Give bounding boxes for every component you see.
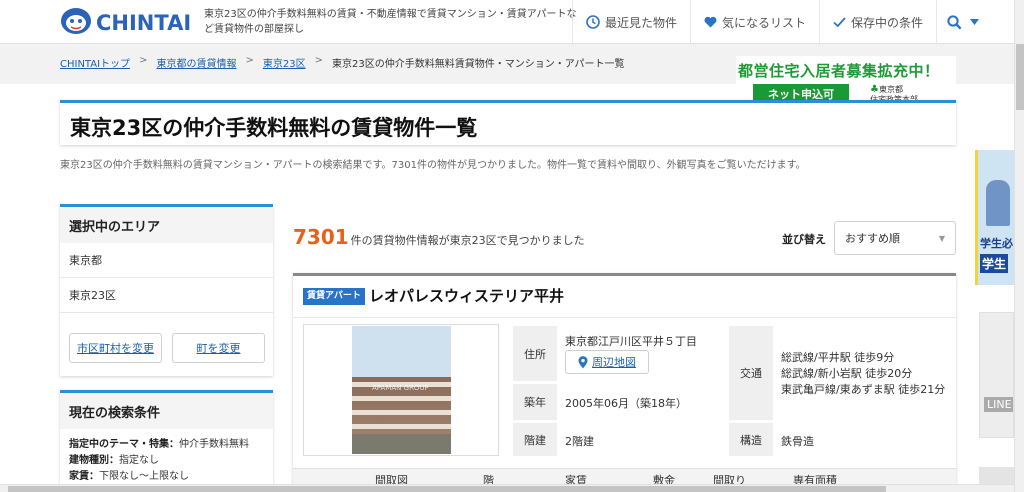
nearby-map-label: 周辺地図	[592, 356, 636, 369]
sort-select-value: おすすめ順	[845, 232, 900, 245]
recent-viewed-label: 最近見た物件	[605, 15, 678, 30]
header-nav: 最近見た物件 気になるリスト 保存中の条件	[572, 0, 1024, 44]
saved-conditions-label: 保存中の条件	[851, 15, 924, 30]
area-item-23ku: 東京23区	[60, 278, 273, 313]
station-item: 総武線/新小岩駅 徒歩20分	[781, 367, 913, 380]
area-item-tokyo: 東京都	[60, 243, 273, 278]
logo-text: CHINTAI	[96, 11, 191, 35]
floors-value: 2階建	[565, 435, 594, 448]
condition-building: 建物種別：指定なし	[69, 453, 264, 469]
student-ad-line1: 学生必	[980, 237, 1013, 250]
student-banner-ad[interactable]: 学生必 学生	[975, 150, 1014, 285]
structure-value: 鉄骨造	[781, 435, 814, 448]
breadcrumb-23ku[interactable]: 東京23区	[263, 55, 306, 70]
station-list: 総武線/平井駅 徒歩9分 総武線/新小岩駅 徒歩20分 東武亀戸線/東あずま駅 …	[781, 350, 945, 398]
selected-area-panel: 選択中のエリア 東京都 東京23区 市区町村を変更 町を変更	[60, 204, 273, 376]
horizontal-scroll-thumb[interactable]	[8, 486, 886, 492]
condition-theme: 指定中のテーマ・特集：仲介手数料無料	[69, 437, 264, 453]
student-figure	[986, 180, 1010, 226]
property-card: 賃貸アパート レオパレスウィステリア平井 APAMAN GROUP 住所 東京都…	[293, 273, 956, 492]
property-photo[interactable]: APAMAN GROUP	[352, 326, 451, 454]
ad-headline: 都営住宅入居者募集拡充中！	[738, 62, 940, 80]
breadcrumb-current: 東京23区の仲介手数料無料賃貸物件・マンション・アパート一覧	[331, 59, 625, 70]
header-search-button[interactable]	[936, 0, 1024, 44]
structure-label: 構造	[729, 423, 773, 456]
property-name-link[interactable]: レオパレスウィステリア平井	[369, 285, 564, 306]
saved-conditions-link[interactable]: 保存中の条件	[819, 0, 936, 44]
favorites-link[interactable]: 気になるリスト	[690, 0, 819, 44]
area-change-buttons: 市区町村を変更 町を変更	[69, 333, 265, 363]
station-item: 東武亀戸線/東あずま駅 徒歩21分	[781, 383, 946, 396]
page-description: 東京23区の仲介手数料無料の賃貸マンション・アパートの検索結果です。7301件の…	[60, 160, 806, 171]
favorites-label: 気になるリスト	[722, 15, 807, 30]
chintai-logo[interactable]: CHINTAI	[60, 6, 194, 36]
line-banner-ad[interactable]: LINE	[979, 312, 1014, 438]
selected-area-heading: 選択中のエリア	[60, 207, 273, 243]
condition-building-label: 建物種別：	[69, 455, 119, 466]
heart-icon	[704, 16, 717, 28]
result-count: 7301 件の賃貸物件情報が東京23区で見つかりました	[293, 225, 585, 249]
search-condition-heading: 現在の検索条件	[60, 393, 273, 429]
nearby-map-button[interactable]: 周辺地図	[565, 350, 649, 374]
search-condition-list: 指定中のテーマ・特集：仲介手数料無料 建物種別：指定なし 家賃：下限なし～上限な…	[60, 429, 273, 492]
condition-rent-label: 家賃：	[69, 471, 99, 482]
chevron-down-icon: ▼	[938, 233, 945, 243]
page-title: 東京23区の仲介手数料無料の賃貸物件一覧	[70, 116, 478, 140]
ginkgo-leaf-icon: ♣	[870, 84, 879, 95]
recent-viewed-link[interactable]: 最近見た物件	[572, 0, 690, 44]
sort-label: 並び替え	[782, 233, 826, 246]
condition-building-value: 指定なし	[119, 455, 159, 466]
property-photo-frame[interactable]: APAMAN GROUP	[303, 324, 499, 456]
breadcrumb-separator: >	[314, 55, 323, 66]
student-ad-line2: 学生	[980, 254, 1009, 273]
property-type-badge: 賃貸アパート	[303, 288, 365, 305]
caret-down-icon	[970, 18, 980, 25]
result-count-text: 件の賃貸物件情報が東京23区で見つかりました	[350, 234, 585, 247]
page-title-box: 東京23区の仲介手数料無料の賃貸物件一覧	[60, 100, 956, 145]
condition-theme-value: 仲介手数料無料	[179, 439, 249, 450]
map-pin-icon	[578, 355, 588, 368]
condition-theme-label: 指定中のテーマ・特集：	[69, 439, 179, 450]
change-city-button[interactable]: 市区町村を変更	[69, 333, 162, 363]
result-count-number: 7301	[293, 225, 349, 249]
horizontal-scrollbar[interactable]	[0, 484, 1014, 492]
address-value: 東京都江戸川区平井５丁目	[565, 335, 697, 348]
sort-select[interactable]: おすすめ順 ▼	[834, 221, 956, 255]
address-label: 住所	[513, 326, 557, 381]
breadcrumb-separator: >	[245, 55, 254, 66]
breadcrumb-tokyo[interactable]: 東京都の賃貸情報	[156, 55, 236, 70]
vertical-scrollbar[interactable]	[1014, 0, 1024, 492]
site-header: CHINTAI 東京23区の仲介手数料無料の賃貸・不動産情報で賃貸マンション・賃…	[0, 0, 1014, 44]
ad-org-line1: 東京都	[878, 85, 903, 94]
line-ad-text: LINE	[984, 397, 1013, 412]
station-item: 総武線/平井駅 徒歩9分	[781, 351, 895, 364]
search-icon	[947, 14, 962, 29]
floors-label: 階建	[513, 423, 557, 456]
vertical-scroll-thumb[interactable]	[1016, 44, 1024, 110]
transit-label: 交通	[729, 326, 773, 420]
photo-watermark: APAMAN GROUP	[372, 384, 429, 392]
breadcrumb: CHINTAIトップ > 東京都の賃貸情報 > 東京23区 > 東京23区の仲介…	[60, 55, 625, 70]
built-value: 2005年06月（築18年）	[565, 397, 687, 410]
search-condition-panel: 現在の検索条件 指定中のテーマ・特集：仲介手数料無料 建物種別：指定なし 家賃：…	[60, 390, 273, 492]
built-label: 築年	[513, 384, 557, 420]
clock-icon	[586, 15, 600, 29]
site-tagline: 東京23区の仲介手数料無料の賃貸・不動産情報で賃貸マンション・賃貸アパートなど賃…	[204, 9, 577, 35]
condition-rent-value: 下限なし～上限なし	[99, 471, 189, 482]
condition-rent: 家賃：下限なし～上限なし	[69, 469, 264, 485]
breadcrumb-top[interactable]: CHINTAIトップ	[60, 55, 130, 70]
breadcrumb-separator: >	[139, 55, 148, 66]
change-town-button[interactable]: 町を変更	[172, 333, 265, 363]
property-card-header: 賃貸アパート レオパレスウィステリア平井	[293, 276, 956, 318]
check-icon	[833, 17, 846, 28]
